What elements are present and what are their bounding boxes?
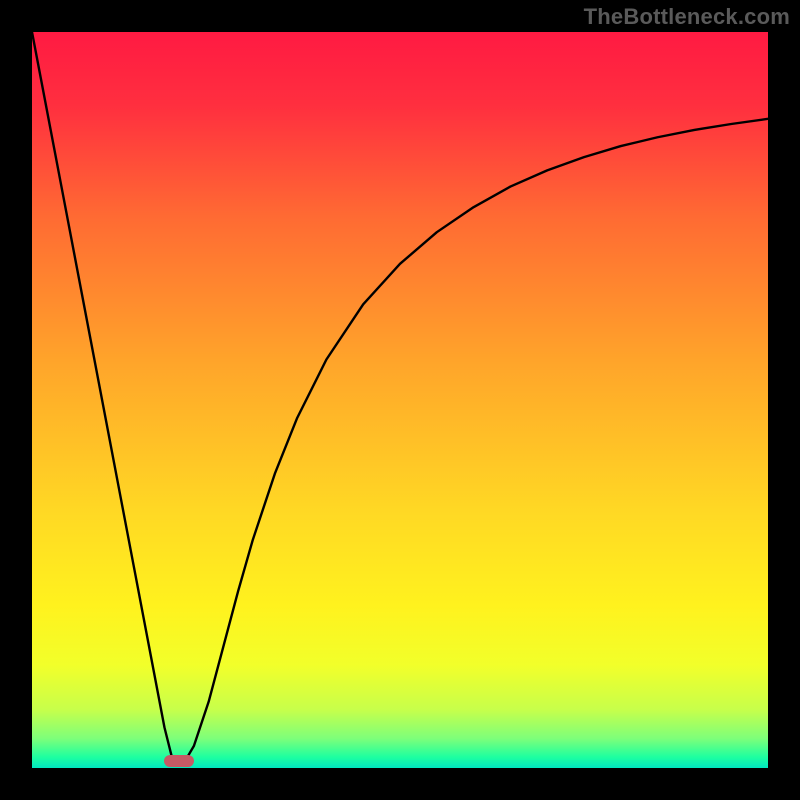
bottleneck-marker [164,755,194,767]
chart-frame: TheBottleneck.com [0,0,800,800]
watermark-text: TheBottleneck.com [584,4,790,30]
plot-area [32,32,768,768]
bottleneck-curve [32,32,768,768]
